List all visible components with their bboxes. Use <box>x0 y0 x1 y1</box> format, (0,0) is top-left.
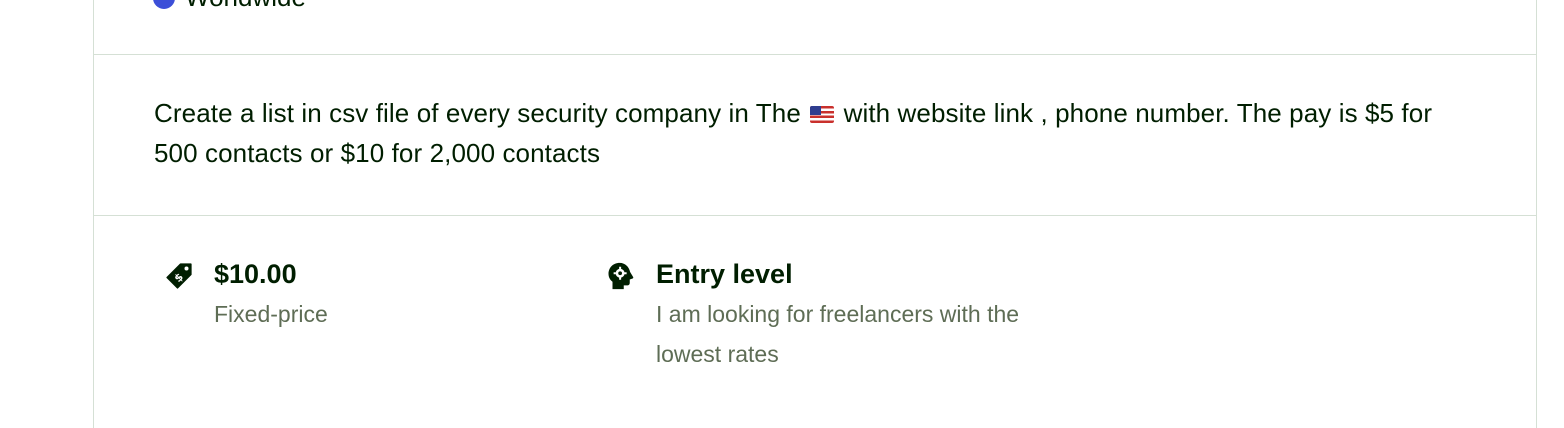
job-description: Create a list in csv file of every secur… <box>154 93 1474 173</box>
budget-type: Fixed-price <box>214 301 328 327</box>
job-details-card: Worldwide Create a list in csv file of e… <box>93 0 1537 428</box>
price-tag-icon: $ <box>166 263 192 289</box>
budget-feature: $ $10.00 Fixed-price <box>164 256 584 334</box>
head-gear-icon <box>608 262 634 290</box>
location-label: Worldwide <box>185 0 306 13</box>
description-section: Create a list in csv file of every secur… <box>94 55 1536 216</box>
experience-feature: Entry level I am looking for freelancers… <box>606 256 1026 374</box>
location: Worldwide <box>153 0 306 13</box>
experience-detail: I am looking for freelancers with the lo… <box>656 301 1020 367</box>
us-flag-icon <box>810 106 835 123</box>
location-section: Worldwide <box>94 0 1536 55</box>
experience-level: Entry level <box>656 259 793 289</box>
globe-icon <box>153 0 175 9</box>
description-text-start: Create a list in csv file of every secur… <box>154 98 809 128</box>
budget-amount: $10.00 <box>214 259 297 289</box>
job-features-section: $ $10.00 Fixed-price Entry level I am lo… <box>94 216 1536 428</box>
